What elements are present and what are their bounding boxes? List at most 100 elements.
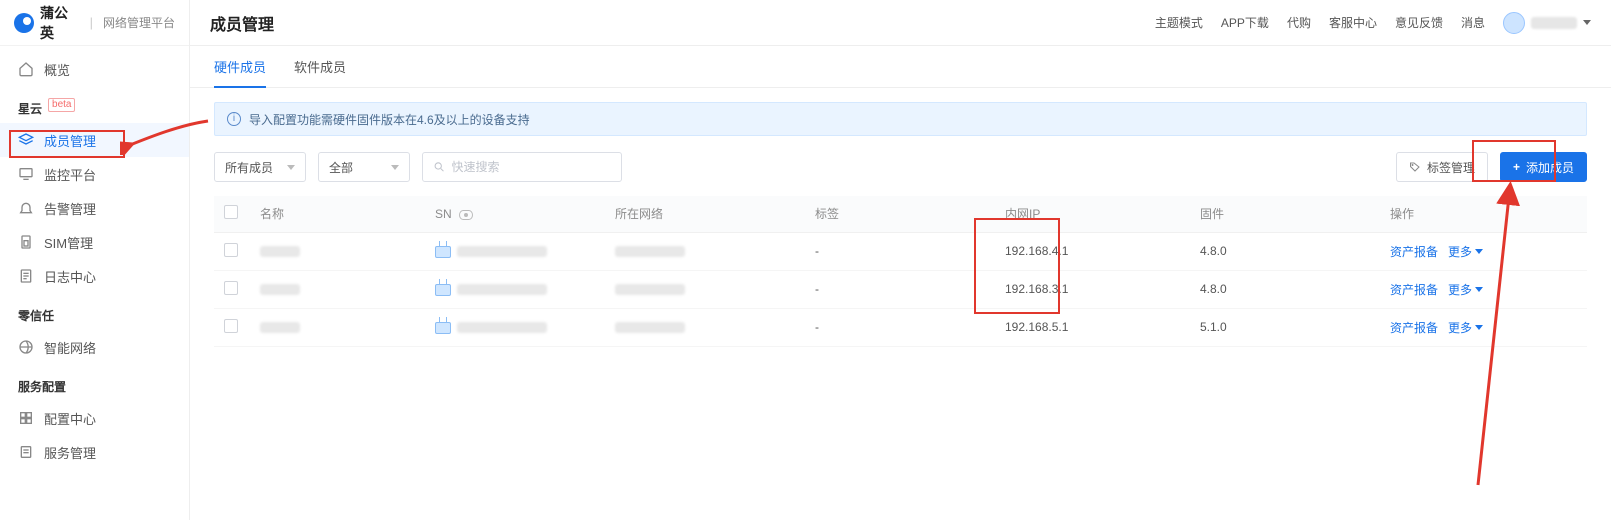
router-icon <box>435 284 451 296</box>
topbar-links: 主题模式 APP下载 代购 客服中心 意见反馈 消息 <box>1155 12 1591 34</box>
cell-fw: 4.8.0 <box>1190 270 1380 308</box>
col-name-header[interactable]: 名称 <box>250 196 425 232</box>
plus-icon: + <box>1513 160 1520 174</box>
sidebar-item-label: 监控平台 <box>44 165 96 184</box>
topbar-link-support[interactable]: 客服中心 <box>1329 14 1377 31</box>
add-member-button[interactable]: + 添加成员 <box>1500 152 1587 182</box>
network-icon <box>18 339 34 355</box>
tab-hardware-members[interactable]: 硬件成员 <box>214 47 266 88</box>
cell-fw: 5.1.0 <box>1190 308 1380 346</box>
search-icon <box>433 160 446 174</box>
section-title: 零信任 <box>18 307 54 324</box>
topbar: 成员管理 主题模式 APP下载 代购 客服中心 意见反馈 消息 <box>190 0 1611 46</box>
members-table: 名称 SN 所在网络 标签 内网IP 固件 操作 <box>214 196 1587 347</box>
topbar-link-messages[interactable]: 消息 <box>1461 14 1485 31</box>
search-input[interactable] <box>452 160 611 174</box>
row-checkbox[interactable] <box>224 319 238 333</box>
tab-software-members[interactable]: 软件成员 <box>294 47 346 88</box>
chevron-down-icon <box>1583 20 1591 25</box>
sidebar-section-xingyun: 星云 beta <box>0 86 189 123</box>
layers-icon <box>18 132 34 148</box>
cell-tag: - <box>805 270 995 308</box>
col-sn-header[interactable]: SN <box>425 196 605 232</box>
table-row[interactable]: - 192.168.4.1 4.8.0 资产报备 更多 <box>214 232 1587 270</box>
row-checkbox[interactable] <box>224 281 238 295</box>
nav: 概览 星云 beta 成员管理 监控平台 <box>0 46 189 469</box>
table-row[interactable]: - 192.168.5.1 5.1.0 资产报备 更多 <box>214 308 1587 346</box>
select-filter[interactable]: 全部 <box>318 152 410 182</box>
col-tag-header[interactable]: 标签 <box>805 196 995 232</box>
sidebar: 蒲公英 | 网络管理平台 概览 星云 beta 成员管理 <box>0 0 190 520</box>
cell-network-redacted <box>615 322 685 333</box>
row-checkbox[interactable] <box>224 243 238 257</box>
user-menu[interactable] <box>1503 12 1591 34</box>
info-banner: i 导入配置功能需硬件固件版本在4.6及以上的设备支持 <box>214 102 1587 136</box>
sidebar-item-members[interactable]: 成员管理 <box>0 123 189 157</box>
table-header-row: 名称 SN 所在网络 标签 内网IP 固件 操作 <box>214 196 1587 232</box>
brand-divider: | <box>90 15 93 30</box>
cell-sn-redacted <box>457 284 547 295</box>
cell-name-redacted <box>260 246 300 257</box>
sidebar-item-service[interactable]: 服务管理 <box>0 435 189 469</box>
chevron-down-icon <box>287 165 295 170</box>
col-sn-label: SN <box>435 207 452 221</box>
sidebar-item-label: 概览 <box>44 60 70 79</box>
sidebar-item-smartnet[interactable]: 智能网络 <box>0 330 189 364</box>
avatar-icon <box>1503 12 1525 34</box>
tab-label: 软件成员 <box>294 57 346 76</box>
asset-report-link[interactable]: 资产报备 <box>1390 283 1438 297</box>
sidebar-item-label: 日志中心 <box>44 267 96 286</box>
sidebar-item-logs[interactable]: 日志中心 <box>0 259 189 293</box>
cell-sn-redacted <box>457 246 547 257</box>
sidebar-item-monitor[interactable]: 监控平台 <box>0 157 189 191</box>
col-fw-header[interactable]: 固件 <box>1190 196 1380 232</box>
chevron-down-icon <box>1475 325 1483 330</box>
table-row[interactable]: - 192.168.3.1 4.8.0 资产报备 更多 <box>214 270 1587 308</box>
more-actions-link[interactable]: 更多 <box>1448 281 1483 298</box>
cell-network-redacted <box>615 246 685 257</box>
sidebar-item-overview[interactable]: 概览 <box>0 52 189 86</box>
main: 成员管理 主题模式 APP下载 代购 客服中心 意见反馈 消息 硬件成员 <box>190 0 1611 520</box>
sidebar-item-alerts[interactable]: 告警管理 <box>0 191 189 225</box>
topbar-link-feedback[interactable]: 意见反馈 <box>1395 14 1443 31</box>
tag-manage-button[interactable]: 标签管理 <box>1396 152 1488 182</box>
more-label: 更多 <box>1448 243 1472 260</box>
section-title: 服务配置 <box>18 378 66 395</box>
sidebar-item-label: 智能网络 <box>44 338 96 357</box>
sidebar-item-sim[interactable]: SIM管理 <box>0 225 189 259</box>
sidebar-item-config[interactable]: 配置中心 <box>0 401 189 435</box>
chevron-down-icon <box>391 165 399 170</box>
tag-icon <box>1409 161 1421 173</box>
sidebar-item-label: SIM管理 <box>44 233 93 252</box>
sidebar-item-label: 配置中心 <box>44 409 96 428</box>
select-value: 所有成员 <box>225 159 273 176</box>
select-scope[interactable]: 所有成员 <box>214 152 306 182</box>
sidebar-item-label: 服务管理 <box>44 443 96 462</box>
section-title: 星云 <box>18 100 42 117</box>
monitor-icon <box>18 166 34 182</box>
chevron-down-icon <box>1475 287 1483 292</box>
more-label: 更多 <box>1448 319 1472 336</box>
asset-report-link[interactable]: 资产报备 <box>1390 321 1438 335</box>
search-input-wrap[interactable] <box>422 152 622 182</box>
eye-icon[interactable] <box>459 210 473 220</box>
asset-report-link[interactable]: 资产报备 <box>1390 245 1438 259</box>
brand-logo-icon <box>14 13 34 33</box>
col-network-header[interactable]: 所在网络 <box>605 196 805 232</box>
cell-tag: - <box>805 308 995 346</box>
cell-ip: 192.168.3.1 <box>995 270 1190 308</box>
more-actions-link[interactable]: 更多 <box>1448 243 1483 260</box>
cell-ip: 192.168.4.1 <box>995 232 1190 270</box>
info-text: 导入配置功能需硬件固件版本在4.6及以上的设备支持 <box>249 111 530 128</box>
user-name-redacted <box>1531 17 1577 29</box>
col-ip-header[interactable]: 内网IP <box>995 196 1190 232</box>
select-all-checkbox[interactable] <box>224 205 238 219</box>
router-icon <box>435 246 451 258</box>
button-label: 标签管理 <box>1427 159 1475 176</box>
topbar-link-purchase[interactable]: 代购 <box>1287 14 1311 31</box>
more-actions-link[interactable]: 更多 <box>1448 319 1483 336</box>
cell-name-redacted <box>260 322 300 333</box>
topbar-link-download[interactable]: APP下载 <box>1221 14 1269 31</box>
topbar-link-theme[interactable]: 主题模式 <box>1155 14 1203 31</box>
button-label: 添加成员 <box>1526 159 1574 176</box>
